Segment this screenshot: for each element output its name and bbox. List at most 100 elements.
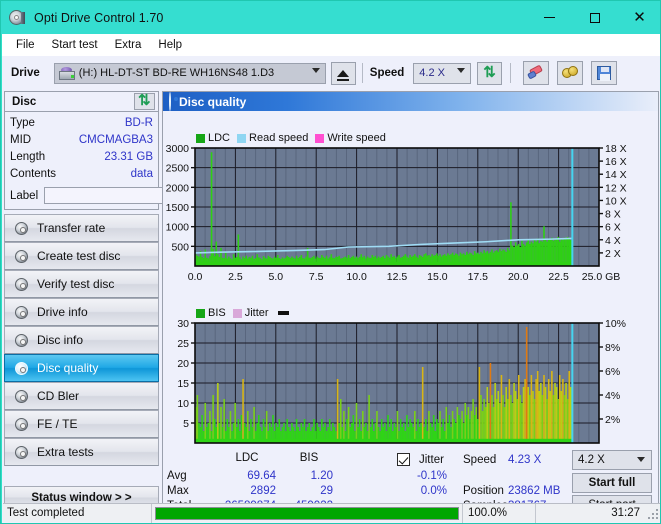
- sidebar-item-label: CD Bler: [37, 389, 80, 403]
- svg-text:2500: 2500: [166, 163, 190, 175]
- sidebar-item-label: FE / TE: [37, 417, 78, 431]
- svg-text:30: 30: [177, 320, 189, 330]
- legend-item-bis: BIS: [196, 307, 226, 319]
- svg-text:20: 20: [177, 358, 189, 370]
- svg-text:22.5: 22.5: [548, 271, 569, 283]
- toolbar-divider-2: [510, 63, 512, 83]
- svg-text:6%: 6%: [605, 366, 620, 378]
- sidebar: Disc Type BD-R MID CMCMAGBA3 Len: [4, 91, 246, 516]
- refresh-icon: [137, 91, 152, 109]
- disc-info-header: Disc: [5, 91, 158, 112]
- stats-avg-ldc: 69.64: [247, 470, 276, 482]
- disc-row-value: data: [130, 168, 153, 180]
- stats-position-label: Position: [463, 485, 504, 497]
- legend-swatch-jitter: [232, 308, 242, 318]
- save-button[interactable]: [591, 61, 618, 85]
- close-button[interactable]: ✕: [617, 1, 660, 34]
- svg-text:10%: 10%: [605, 320, 626, 330]
- disc-row-mid: MID CMCMAGBA3: [10, 132, 153, 149]
- test-speed-select[interactable]: 4.2 X: [572, 450, 652, 470]
- svg-text:5: 5: [183, 418, 189, 430]
- sidebar-item-label: Drive info: [37, 305, 88, 319]
- test-speed-value: 4.2 X: [578, 454, 605, 466]
- legend-item-read-speed: Read speed: [237, 132, 308, 144]
- window-title: Opti Drive Control 1.70: [34, 10, 164, 25]
- jitter-checkbox[interactable]: [397, 453, 410, 466]
- svg-text:16 X: 16 X: [605, 156, 627, 168]
- menu-start-test[interactable]: Start test: [45, 37, 105, 53]
- sidebar-item-fe-te[interactable]: FE / TE: [4, 410, 159, 438]
- save-icon: [597, 66, 612, 81]
- stats-max-bis: 29: [320, 485, 333, 497]
- disc-row-key: MID: [10, 134, 32, 146]
- legend-swatch-read-speed: [237, 133, 247, 143]
- sidebar-item-cd-bler[interactable]: CD Bler: [4, 382, 159, 410]
- coins-button[interactable]: [557, 61, 584, 85]
- sidebar-item-drive-info[interactable]: Drive info: [4, 298, 159, 326]
- speed-select[interactable]: 4.2 X: [413, 62, 472, 84]
- sidebar-item-verify-test-disc[interactable]: Verify test disc: [4, 270, 159, 298]
- progress-percent: 100.0%: [468, 507, 508, 519]
- chart-ldc-legend: LDC Read speed Write speed: [196, 132, 393, 144]
- stats-col-ldc: LDC: [235, 452, 259, 464]
- sidebar-item-label: Disc quality: [37, 361, 99, 375]
- menu-bar: File Start test Extra Help: [2, 34, 660, 56]
- svg-text:17.5: 17.5: [468, 271, 489, 283]
- disc-row-value: CMCMAGBA3: [78, 134, 153, 146]
- drive-select[interactable]: (H:) HL-DT-ST BD-RE WH16NS48 1.D3: [53, 62, 326, 84]
- menu-help[interactable]: Help: [151, 37, 189, 53]
- resize-grip-icon[interactable]: [648, 509, 659, 520]
- svg-text:25.0 GB: 25.0 GB: [582, 271, 621, 283]
- svg-text:8 X: 8 X: [605, 209, 621, 221]
- disc-icon: [169, 91, 171, 111]
- svg-text:5.0: 5.0: [268, 271, 283, 283]
- toolbar-divider-1: [361, 63, 363, 83]
- progress-bar: [155, 506, 459, 520]
- sidebar-item-extra-tests[interactable]: Extra tests: [4, 438, 159, 466]
- toolbar: Drive (H:) HL-DT-ST BD-RE WH16NS48 1.D3 …: [2, 56, 660, 90]
- eject-button[interactable]: [330, 61, 356, 85]
- refresh-button[interactable]: [477, 61, 503, 85]
- sidebar-item-disc-info[interactable]: Disc info: [4, 326, 159, 354]
- legend-label-bis: BIS: [208, 307, 226, 319]
- status-bar: Test completed 100.0% 31:27: [3, 503, 660, 523]
- sidebar-item-transfer-rate[interactable]: Transfer rate: [4, 214, 159, 242]
- svg-text:3000: 3000: [166, 145, 190, 155]
- stats-row-max: Max: [167, 485, 189, 497]
- svg-text:15.0: 15.0: [427, 271, 448, 283]
- svg-text:14 X: 14 X: [605, 169, 627, 181]
- maximize-button[interactable]: [572, 1, 617, 34]
- window-controls: ✕: [527, 1, 660, 34]
- disc-row-key: Length: [10, 151, 46, 163]
- svg-text:15: 15: [177, 378, 189, 390]
- svg-text:10 X: 10 X: [605, 195, 627, 207]
- stats-avg-bis: 1.20: [310, 470, 333, 482]
- sidebar-item-label: Create test disc: [37, 249, 121, 263]
- svg-text:2%: 2%: [605, 414, 620, 426]
- sidebar-item-label: Transfer rate: [37, 221, 106, 235]
- client-area: File Start test Extra Help Drive (H:) HL…: [2, 34, 660, 523]
- disc-row-key: Contents: [10, 168, 57, 180]
- drive-select-value: (H:) HL-DT-ST BD-RE WH16NS48 1.D3: [78, 67, 275, 79]
- svg-text:7.5: 7.5: [309, 271, 324, 283]
- svg-text:10: 10: [177, 398, 189, 410]
- legend-item-write-speed: Write speed: [315, 132, 386, 144]
- menu-extra[interactable]: Extra: [108, 37, 149, 53]
- stats-jitter-max: 0.0%: [420, 485, 447, 497]
- chevron-down-icon: [311, 67, 320, 73]
- disc-row-length: Length 23.31 GB: [10, 149, 153, 166]
- app-window: Opti Drive Control 1.70 ✕ File Start tes…: [0, 0, 661, 524]
- status-message: Test completed: [7, 507, 85, 519]
- sidebar-item-disc-quality[interactable]: Disc quality: [4, 354, 159, 382]
- speed-select-value: 4.2 X: [419, 67, 445, 79]
- svg-text:4 X: 4 X: [605, 235, 621, 247]
- start-full-button[interactable]: Start full: [572, 473, 652, 493]
- legend-label-read-speed: Read speed: [249, 132, 309, 144]
- chart-ldc-canvas: 500100015002000250030002 X4 X6 X8 X10 X1…: [166, 145, 627, 283]
- sidebar-item-create-test-disc[interactable]: Create test disc: [4, 242, 159, 270]
- erase-button[interactable]: [523, 61, 550, 85]
- menu-file[interactable]: File: [9, 37, 42, 53]
- stats-speed-label: Speed: [463, 454, 497, 466]
- disc-refresh-button[interactable]: [134, 91, 155, 110]
- minimize-button[interactable]: [527, 1, 572, 34]
